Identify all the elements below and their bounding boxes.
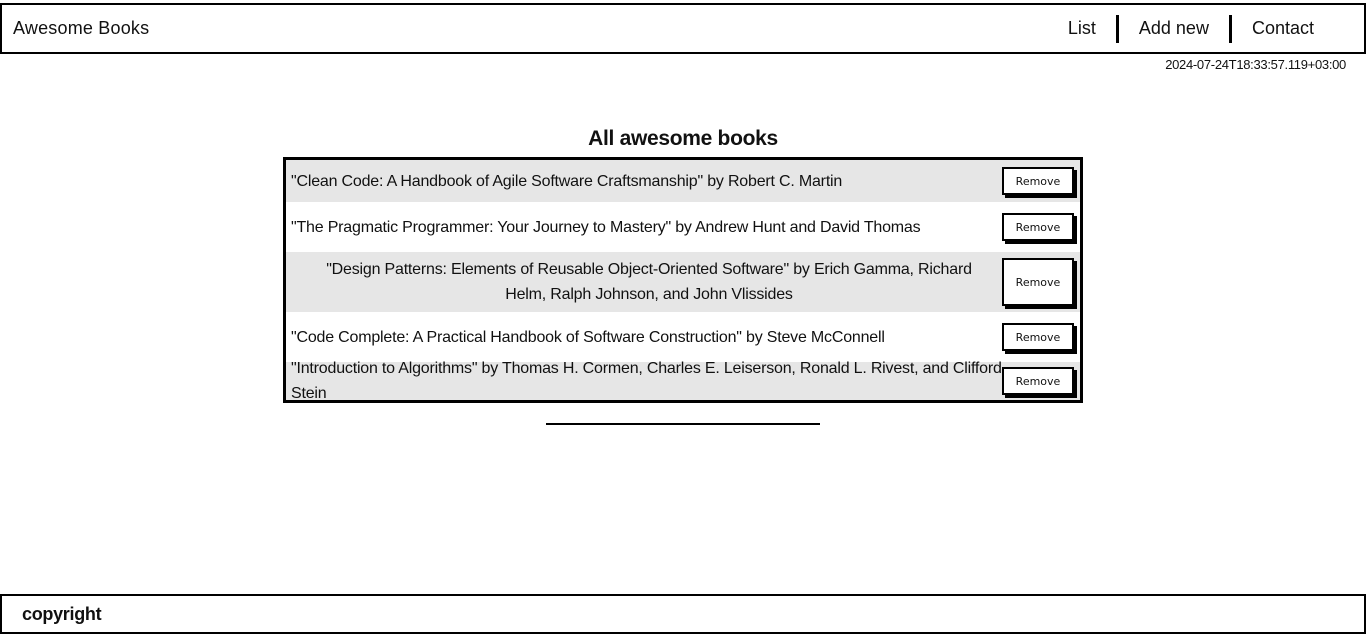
- remove-button[interactable]: Remove: [1002, 367, 1074, 395]
- page-title: All awesome books: [588, 127, 778, 150]
- nav-link-contact[interactable]: Contact: [1232, 15, 1334, 43]
- brand-title: Awesome Books: [13, 18, 150, 38]
- book-row: "Design Patterns: Elements of Reusable O…: [286, 252, 1080, 312]
- book-row: "Code Complete: A Practical Handbook of …: [286, 312, 1080, 362]
- remove-button[interactable]: Remove: [1002, 258, 1074, 306]
- book-list: "Clean Code: A Handbook of Agile Softwar…: [283, 157, 1083, 403]
- book-title: "Introduction to Algorithms" by Thomas H…: [291, 360, 1002, 402]
- navbar: Awesome Books List Add new Contact: [0, 3, 1366, 54]
- current-datetime: 2024-07-24T18:33:57.119+03:00: [1165, 57, 1346, 72]
- book-row: "Clean Code: A Handbook of Agile Softwar…: [286, 160, 1080, 202]
- remove-button[interactable]: Remove: [1002, 213, 1074, 241]
- remove-button[interactable]: Remove: [1002, 167, 1074, 195]
- section-divider: [546, 423, 820, 425]
- nav-links: List Add new Contact: [1048, 5, 1334, 52]
- remove-button[interactable]: Remove: [1002, 323, 1074, 351]
- copyright-text: copyright: [22, 603, 102, 624]
- nav-link-add-new[interactable]: Add new: [1119, 15, 1229, 43]
- book-title: "Code Complete: A Practical Handbook of …: [291, 328, 885, 346]
- nav-link-list[interactable]: List: [1048, 15, 1116, 43]
- book-title: "The Pragmatic Programmer: Your Journey …: [291, 218, 921, 236]
- book-row: "Introduction to Algorithms" by Thomas H…: [286, 360, 1080, 402]
- book-title: "Design Patterns: Elements of Reusable O…: [326, 261, 972, 303]
- book-row: "The Pragmatic Programmer: Your Journey …: [286, 202, 1080, 252]
- footer: copyright: [0, 594, 1366, 634]
- book-title: "Clean Code: A Handbook of Agile Softwar…: [291, 172, 843, 190]
